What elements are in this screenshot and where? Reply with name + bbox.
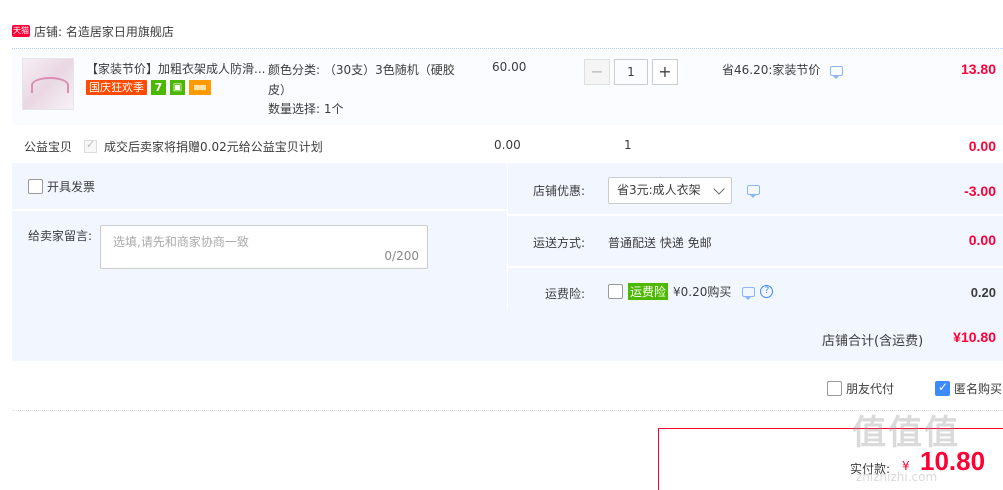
insurance-label: 运费险: [545,287,586,301]
card-payment-icon [189,80,211,95]
shop-total-label: 店铺合计(含运费) [822,334,924,349]
discount-text: 省46.20:家装节价 [722,63,821,77]
divider [12,48,1003,49]
shipping-label: 运送方式: [533,236,586,250]
shipping-amount: 0.00 [968,232,996,248]
charity-label: 公益宝贝 [24,140,73,154]
invoice-checkbox[interactable] [28,179,43,194]
invoice-option[interactable]: 开具发票 [28,178,95,195]
watermark-logo: 值值值 [852,413,960,453]
divider [12,209,507,211]
shop-discount-label: 店铺优惠: [533,184,586,198]
shop-header: 天猫 店铺: 名造居家日用旗舰店 [12,22,174,40]
seven-day-return-icon: 7 [151,80,166,95]
insurance-price: ¥0.20购买 [673,285,732,299]
product-title[interactable]: 【家装节价】加粗衣架成人防滑... [86,60,266,77]
message-char-count: 0/200 [384,249,419,263]
decrease-button[interactable]: − [584,59,610,85]
invoice-label: 开具发票 [47,180,96,194]
check-icon [84,138,97,153]
anonymous-option[interactable]: 匿名购买 [935,380,1002,397]
festival-badge: 国庆狂欢季 [86,80,147,95]
quantity-stepper: − 1 + [584,59,678,85]
message-label: 给卖家留言: [28,229,93,243]
shop-discount-amount: -3.00 [964,183,996,199]
message-placeholder: 选填,请先和商家协商一致 [113,235,249,249]
sku-quantity: 数量选择: 1个 [268,102,344,116]
product-badges: 国庆狂欢季 7 ▣ [86,80,211,95]
chat-icon[interactable] [830,66,844,79]
insurance-tag: 运费险 [628,283,669,300]
item-subtotal: 13.80 [960,61,996,77]
charity-checkbox [84,138,97,153]
quantity-input[interactable]: 1 [614,59,648,85]
help-icon[interactable]: ? [760,285,774,298]
anonymous-label: 匿名购买 [954,382,1003,396]
charity-subtotal: 0.00 [968,138,996,154]
divider [508,266,1003,268]
charity-price: 0.00 [494,138,521,152]
product-thumbnail[interactable] [22,58,74,110]
insurance-option[interactable]: 运费险 ¥0.20购买 ? [608,283,774,300]
sku-color: 颜色分类: （30支）3色随机（硬胶皮） [268,63,455,97]
package-icon: ▣ [170,80,185,95]
shop-discount-selected: 省3元:成人衣架 [617,183,701,197]
discount-info: 省46.20:家装节价 [722,61,844,79]
chat-icon[interactable] [747,185,760,198]
friend-pay-option[interactable]: 朋友代付 [827,380,894,397]
shipping-method: 普通配送 快递 免邮 [608,236,712,250]
insurance-amount: 0.20 [970,285,996,300]
shop-discount-select[interactable]: 省3元:成人衣架 [608,177,732,204]
charity-qty: 1 [624,138,632,152]
shop-total-amount: ¥10.80 [953,329,996,345]
divider [508,214,1003,216]
increase-button[interactable]: + [652,59,678,85]
shop-name[interactable]: 店铺: 名造居家日用旗舰店 [34,23,174,40]
charity-text: 成交后卖家将捐赠0.02元给公益宝贝计划 [104,140,323,154]
divider [507,163,508,310]
insurance-checkbox[interactable] [608,284,623,299]
chat-icon[interactable] [742,286,756,300]
watermark-url: zhizhizhi.com [856,470,938,484]
anonymous-checkbox[interactable] [935,380,950,396]
unit-price: 60.00 [492,60,527,74]
message-input[interactable]: 选填,请先和商家协商一致 0/200 [100,225,428,269]
chevron-down-icon [713,183,725,195]
tmall-logo-icon: 天猫 [12,25,30,37]
friend-pay-checkbox[interactable] [827,381,842,396]
friend-pay-label: 朋友代付 [846,382,895,396]
